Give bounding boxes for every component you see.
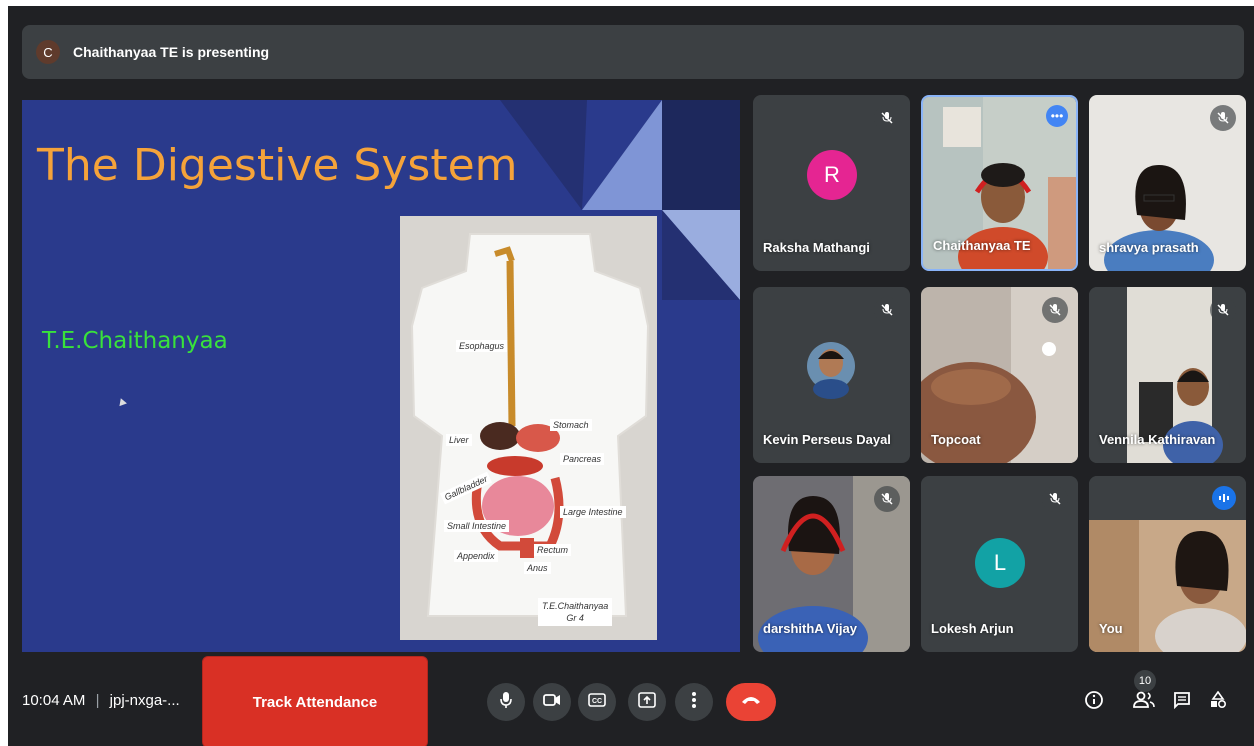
mic-off-icon <box>874 297 900 323</box>
participant-name: Vennila Kathiravan <box>1099 432 1216 447</box>
leave-call-button[interactable] <box>726 683 776 721</box>
mic-off-icon <box>1210 105 1236 131</box>
meeting-details: 10:04 AM | jpj-nxga-... <box>22 692 180 709</box>
participant-tile[interactable]: Vennila Kathiravan <box>1089 287 1246 463</box>
participant-tile[interactable]: You <box>1089 476 1246 652</box>
avatar <box>807 342 855 399</box>
avatar: R <box>807 150 857 200</box>
participant-tile[interactable]: Topcoat <box>921 287 1078 463</box>
participant-name: Chaithanyaa TE <box>933 238 1031 253</box>
model-label: Large Intestine <box>560 506 626 518</box>
mic-off-icon <box>874 486 900 512</box>
model-label: Appendix <box>454 550 498 562</box>
mic-off-icon <box>874 105 900 131</box>
participant-name: shravya prasath <box>1099 240 1199 255</box>
digestive-model-photo: Esophagus Stomach Liver Pancreas Gallbla… <box>400 216 657 640</box>
mic-off-icon <box>1210 297 1236 323</box>
participant-tile[interactable]: darshithA Vijay <box>753 476 910 652</box>
track-attendance-button[interactable]: Track Attendance <box>202 656 428 746</box>
participant-tile[interactable]: L Lokesh Arjun <box>921 476 1078 652</box>
model-label: Small Intestine <box>444 520 510 532</box>
participant-name: Raksha Mathangi <box>763 240 870 255</box>
activities-icon <box>1209 690 1227 714</box>
captions-icon: CC <box>588 692 606 712</box>
presenter-avatar: C <box>36 40 60 64</box>
hang-up-icon <box>740 693 762 711</box>
model-label: Esophagus <box>456 340 508 352</box>
model-label: Liver <box>446 434 472 446</box>
meet-window: C Chaithanyaa TE is presenting The Diges… <box>8 6 1254 746</box>
chat-icon <box>1173 691 1191 714</box>
camera-button[interactable] <box>533 683 571 721</box>
people-button[interactable] <box>1130 688 1158 716</box>
clock-time: 10:04 AM <box>22 692 86 709</box>
model-label: Pancreas <box>560 453 605 465</box>
participant-name: darshithA Vijay <box>763 621 857 636</box>
mic-off-icon <box>1042 486 1068 512</box>
microphone-button[interactable] <box>487 683 525 721</box>
presenting-banner: C Chaithanyaa TE is presenting <box>22 25 1244 79</box>
participant-tile[interactable]: shravya prasath <box>1089 95 1246 271</box>
participant-tile[interactable]: ••• Chaithanyaa TE <box>921 95 1078 271</box>
microphone-icon <box>499 691 513 714</box>
digestive-model-illustration <box>410 233 650 617</box>
participant-name: Lokesh Arjun <box>931 621 1014 636</box>
avatar: L <box>975 538 1025 588</box>
participant-name: Topcoat <box>931 432 981 447</box>
svg-text:CC: CC <box>592 698 602 705</box>
info-icon <box>1084 690 1104 715</box>
model-signature: T.E.Chaithanyaa Gr 4 <box>538 598 613 626</box>
more-vert-icon <box>691 691 697 714</box>
meeting-info-button[interactable] <box>1080 688 1108 716</box>
present-icon <box>638 691 656 713</box>
more-options-icon[interactable]: ••• <box>1046 105 1068 127</box>
model-label: Anus <box>524 562 551 574</box>
control-bar: 10:04 AM | jpj-nxga-... Track Attendance… <box>8 654 1254 746</box>
presenting-text: Chaithanyaa TE is presenting <box>73 44 270 60</box>
meeting-code: jpj-nxga-... <box>109 692 180 709</box>
speaking-icon <box>1212 486 1236 510</box>
people-icon <box>1133 691 1155 714</box>
participant-name: You <box>1099 621 1123 636</box>
activities-button[interactable] <box>1204 688 1232 716</box>
slide-title: The Digestive System <box>37 140 518 191</box>
model-label: Stomach <box>550 419 592 431</box>
slide-author: T.E.Chaithanyaa <box>42 328 228 354</box>
chat-button[interactable] <box>1168 688 1196 716</box>
participant-tile[interactable]: R Raksha Mathangi <box>753 95 910 271</box>
captions-button[interactable]: CC <box>578 683 616 721</box>
participant-name: Kevin Perseus Dayal <box>763 432 891 447</box>
model-label: Rectum <box>534 544 572 556</box>
camera-icon <box>543 693 561 712</box>
more-options-button[interactable] <box>675 683 713 721</box>
participant-tile[interactable]: Kevin Perseus Dayal <box>753 287 910 463</box>
mic-off-icon <box>1042 297 1068 323</box>
presentation-slide: The Digestive System T.E.Chaithanyaa Eso… <box>22 100 740 652</box>
present-button[interactable] <box>628 683 666 721</box>
